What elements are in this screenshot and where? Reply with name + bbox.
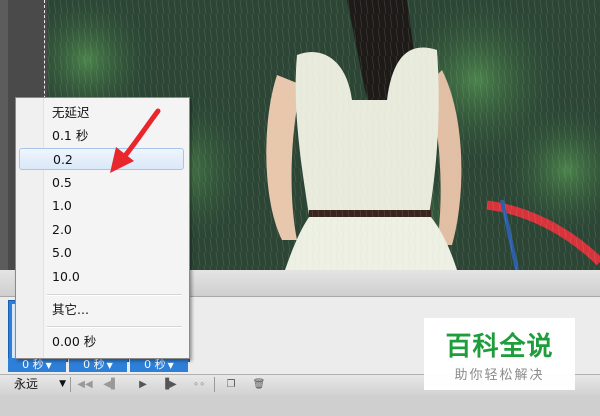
- menu-item-label: 1.0: [52, 198, 72, 213]
- delete-frame-icon[interactable]: 🗑: [250, 377, 268, 392]
- watermark-subtitle: 助你轻松解决: [454, 368, 545, 383]
- menu-item-label: 2.0: [52, 222, 72, 237]
- menu-item-1-0[interactable]: 1.0: [19, 195, 184, 217]
- caret-down-icon: ▼: [167, 361, 174, 370]
- frame-1-delay[interactable]: 0 秒 ▼: [8, 358, 66, 372]
- first-frame-icon[interactable]: ◀◀: [76, 377, 94, 392]
- menu-item-label: 0.5: [52, 175, 72, 190]
- play-icon[interactable]: ▶: [134, 377, 152, 392]
- menu-item-5-0[interactable]: 5.0: [19, 242, 184, 264]
- frame-3-delay[interactable]: 0 秒 ▼: [130, 358, 188, 372]
- menu-item-current-delay[interactable]: 0.00 秒: [19, 331, 184, 353]
- menu-item-other[interactable]: 其它...: [19, 299, 184, 321]
- status-strip: [0, 395, 600, 416]
- caret-down-icon: ▼: [59, 379, 66, 389]
- frame-delay-label: 0 秒: [144, 358, 166, 371]
- frame-delay-label: 0 秒: [22, 358, 44, 371]
- loop-value: 永远: [14, 377, 39, 391]
- toolbar-separator: [70, 377, 71, 392]
- menu-separator: [47, 326, 182, 328]
- menu-separator: [47, 294, 182, 296]
- menu-item-label: 其它...: [52, 302, 89, 317]
- menu-item-10-0[interactable]: 10.0: [19, 266, 184, 288]
- menu-item-label: 5.0: [52, 245, 72, 260]
- menu-item-label: 无延迟: [52, 105, 90, 120]
- annotation-arrow-icon: [110, 108, 161, 173]
- watermark-title: 百科全说: [445, 332, 554, 362]
- menu-item-label: 0.2: [53, 152, 73, 167]
- loop-options-select[interactable]: 永远 ▼: [14, 377, 68, 392]
- menu-item-label: 0.1 秒: [52, 128, 89, 143]
- watermark: 百科全说 助你轻松解决: [424, 318, 575, 390]
- tween-icon[interactable]: ∘∘: [190, 377, 208, 392]
- frame-2-delay[interactable]: 0 秒 ▼: [69, 358, 127, 372]
- frame-delay-label: 0 秒: [83, 358, 105, 371]
- menu-item-2-0[interactable]: 2.0: [19, 219, 184, 241]
- next-frame-icon[interactable]: ▐▶: [160, 377, 178, 392]
- new-frame-icon[interactable]: ❐: [222, 377, 240, 392]
- left-panel-strip: [0, 0, 8, 270]
- caret-down-icon: ▼: [106, 361, 113, 370]
- caret-down-icon: ▼: [45, 361, 52, 370]
- prev-frame-icon[interactable]: ◀▌: [102, 377, 120, 392]
- menu-item-label: 0.00 秒: [52, 334, 97, 349]
- menu-item-label: 10.0: [52, 269, 80, 284]
- toolbar-separator: [214, 377, 215, 392]
